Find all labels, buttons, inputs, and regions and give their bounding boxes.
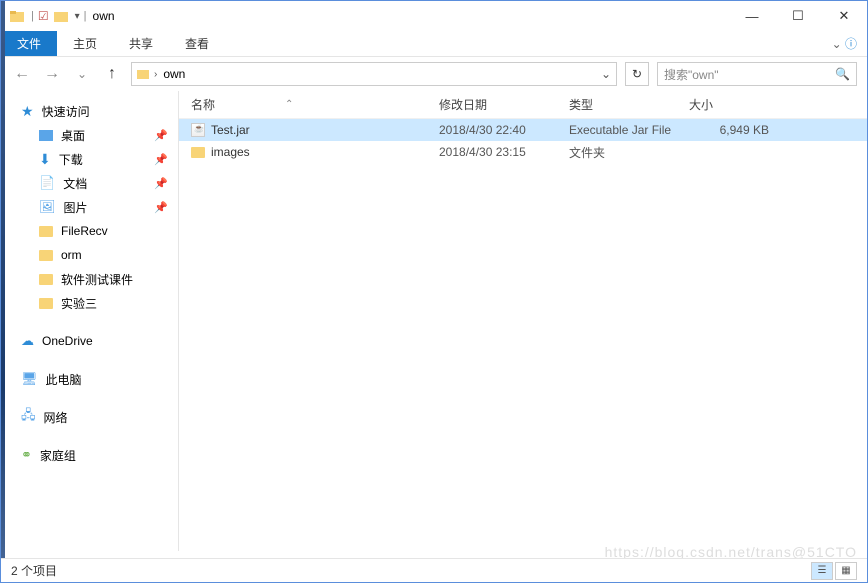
view-icons-button[interactable]: ▦ — [835, 562, 857, 580]
close-button[interactable]: ✕ — [821, 1, 867, 31]
search-input[interactable]: 搜索"own" 🔍 — [657, 62, 857, 86]
sidebar-item-documents[interactable]: 📄文档📌 — [1, 171, 178, 195]
tab-share[interactable]: 共享 — [113, 31, 169, 56]
sidebar-onedrive[interactable]: ☁OneDrive — [1, 329, 178, 353]
sidebar-network[interactable]: 🖧网络 — [1, 405, 178, 429]
refresh-button[interactable]: ↻ — [625, 62, 649, 86]
file-size: 6,949 KB — [689, 123, 769, 137]
status-bar: 2 个项目 ☰ ▦ — [1, 558, 867, 582]
search-icon: 🔍 — [835, 67, 850, 81]
sidebar-item-courseware[interactable]: 软件测试课件 — [1, 267, 178, 291]
sidebar-item-filerecv[interactable]: FileRecv — [1, 219, 178, 243]
folder-icon-small — [53, 8, 69, 24]
forward-button[interactable]: → — [41, 63, 63, 85]
folder-icon — [191, 147, 205, 158]
file-date: 2018/4/30 22:40 — [439, 123, 569, 137]
item-count: 2 个项目 — [11, 562, 57, 579]
document-icon: 📄 — [39, 175, 55, 191]
column-size[interactable]: 大小 — [689, 96, 769, 113]
file-row[interactable]: images 2018/4/30 23:15 文件夹 — [179, 141, 867, 163]
jar-icon — [191, 123, 205, 137]
pc-icon: 🖥 — [21, 371, 38, 387]
tab-view[interactable]: 查看 — [169, 31, 225, 56]
column-headers: 名称⌃ 修改日期 类型 大小 — [179, 91, 867, 119]
column-date[interactable]: 修改日期 — [439, 96, 569, 113]
cloud-icon: ☁ — [21, 333, 34, 349]
view-details-button[interactable]: ☰ — [811, 562, 833, 580]
column-type[interactable]: 类型 — [569, 96, 689, 113]
address-bar[interactable]: › own ⌄ — [131, 62, 617, 86]
picture-icon: 🖼 — [39, 199, 56, 215]
sidebar-item-experiment[interactable]: 实验三 — [1, 291, 178, 315]
homegroup-icon: ⚭ — [21, 447, 32, 463]
help-icon[interactable]: ⓘ — [845, 35, 857, 52]
tab-file[interactable]: 文件 — [1, 31, 57, 56]
search-placeholder: 搜索"own" — [664, 66, 719, 83]
network-icon: 🖧 — [21, 406, 36, 428]
checkbox-icon[interactable]: ☑ — [38, 9, 49, 23]
folder-icon — [132, 67, 154, 81]
chevron-down-icon: ⌄ — [832, 37, 842, 51]
recent-dropdown[interactable]: ⌄ — [71, 63, 93, 85]
ribbon: 文件 主页 共享 查看 ⌄ ⓘ — [1, 31, 867, 57]
sidebar-item-desktop[interactable]: 桌面📌 — [1, 123, 178, 147]
pin-icon: 📌 — [154, 129, 168, 142]
qat-dropdown-icon[interactable]: ▾ — [75, 11, 80, 22]
file-type: 文件夹 — [569, 144, 689, 161]
file-name: Test.jar — [211, 123, 250, 137]
file-name: images — [211, 145, 250, 159]
navigation-bar: ← → ⌄ ↑ › own ⌄ ↻ 搜索"own" 🔍 — [1, 57, 867, 91]
star-icon: ★ — [21, 103, 34, 120]
pin-icon: 📌 — [154, 177, 168, 190]
back-button[interactable]: ← — [11, 63, 33, 85]
folder-icon — [39, 250, 53, 261]
sort-indicator-icon: ⌃ — [285, 99, 293, 110]
address-dropdown[interactable]: ⌄ — [596, 67, 616, 81]
maximize-button[interactable]: ☐ — [775, 1, 821, 31]
desktop-icon — [39, 130, 53, 141]
sidebar-homegroup[interactable]: ⚭家庭组 — [1, 443, 178, 467]
sidebar-item-orm[interactable]: orm — [1, 243, 178, 267]
ribbon-expand-button[interactable]: ⌄ ⓘ — [822, 31, 867, 56]
sidebar-item-downloads[interactable]: ⬇下载📌 — [1, 147, 178, 171]
file-date: 2018/4/30 23:15 — [439, 145, 569, 159]
download-icon: ⬇ — [39, 151, 51, 168]
folder-icon — [39, 226, 53, 237]
sidebar-quick-access[interactable]: ★快速访问 — [1, 99, 178, 123]
pin-icon: 📌 — [154, 201, 168, 214]
sidebar-this-pc[interactable]: 🖥此电脑 — [1, 367, 178, 391]
navigation-pane: ★快速访问 桌面📌 ⬇下载📌 📄文档📌 🖼图片📌 FileRecv orm 软件… — [1, 91, 179, 551]
separator: | — [84, 10, 87, 22]
pin-icon: 📌 — [154, 153, 168, 166]
sidebar-item-pictures[interactable]: 🖼图片📌 — [1, 195, 178, 219]
file-list: 名称⌃ 修改日期 类型 大小 Test.jar 2018/4/30 22:40 … — [179, 91, 867, 551]
column-name[interactable]: 名称⌃ — [179, 96, 439, 113]
title-bar: | ☑ ▾ | own — ☐ ✕ — [1, 1, 867, 31]
file-type: Executable Jar File — [569, 123, 689, 137]
folder-icon — [39, 274, 53, 285]
folder-icon — [39, 298, 53, 309]
file-row[interactable]: Test.jar 2018/4/30 22:40 Executable Jar … — [179, 119, 867, 141]
separator: | — [31, 10, 34, 22]
minimize-button[interactable]: — — [729, 1, 775, 31]
breadcrumb-own[interactable]: own — [157, 67, 191, 81]
folder-icon — [9, 8, 25, 24]
window-title: own — [93, 9, 115, 23]
tab-home[interactable]: 主页 — [57, 31, 113, 56]
up-button[interactable]: ↑ — [101, 63, 123, 85]
